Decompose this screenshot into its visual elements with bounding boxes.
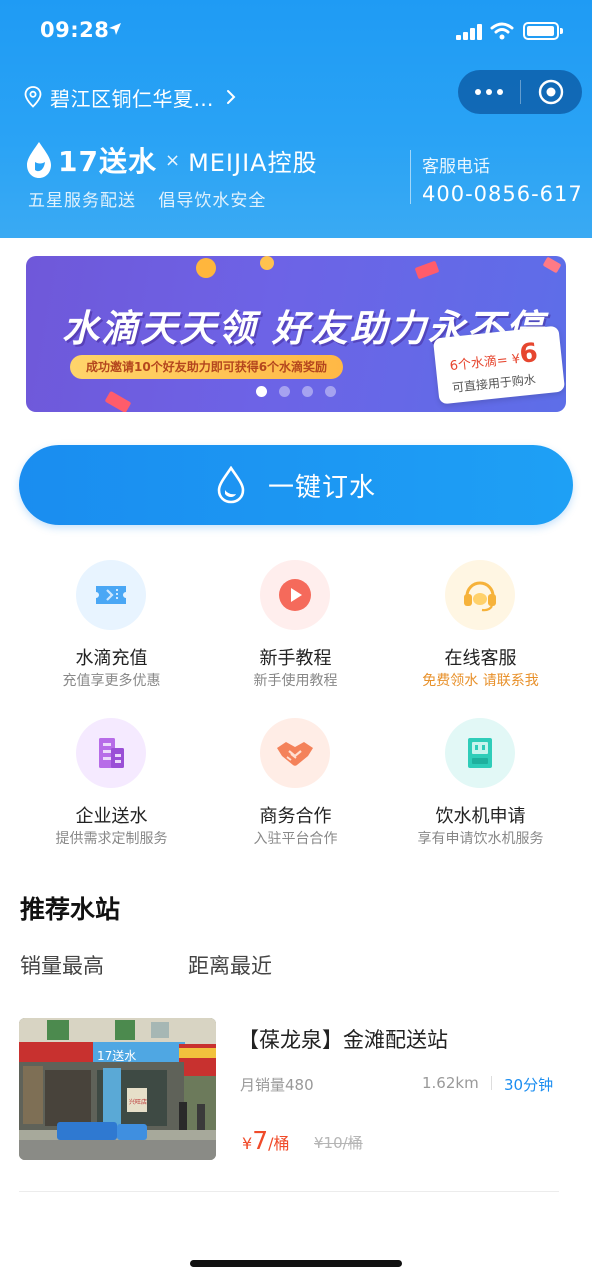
station-photo: 17送水 兴旺店 (19, 1018, 216, 1160)
partner-name: MEIJIA控股 (188, 148, 318, 177)
location-arrow-icon (109, 23, 121, 35)
slogan-2: 倡导饮水安全 (158, 191, 267, 211)
dispenser-icon (445, 718, 515, 788)
delivery-time: 30分钟 (504, 1076, 554, 1094)
target-icon (538, 79, 564, 105)
location-selector[interactable]: 碧江区铜仁华夏… (24, 82, 236, 112)
confetti-decoration (542, 256, 562, 274)
station-distance: 1.62km (422, 1074, 479, 1092)
feature-enterprise[interactable]: 企业送水 提供需求定制服务 (13, 716, 210, 866)
water-drop-icon (217, 466, 245, 504)
coin-decoration (260, 256, 274, 270)
building-icon (76, 718, 146, 788)
water-drop-logo-icon (27, 142, 51, 178)
brand-logo: 17送水 × MEIJIA控股 (24, 138, 318, 182)
list-divider (19, 1191, 559, 1192)
station-price: ¥7/桶 (242, 1126, 290, 1155)
location-text: 碧江区铜仁华夏… (50, 86, 214, 111)
feature-recharge[interactable]: 水滴充值 充值享更多优惠 (13, 558, 210, 708)
feature-tutorial[interactable]: 新手教程 新手使用教程 (197, 558, 394, 708)
feature-subtitle: 充值享更多优惠 (62, 673, 161, 689)
headset-icon (445, 560, 515, 630)
meta-separator (491, 1076, 492, 1090)
banner-subtitle: 成功邀请10个好友助力即可获得6个水滴奖励 (70, 355, 344, 379)
section-title: 推荐水站 (20, 895, 121, 924)
brand-name: 17送水 (58, 145, 157, 178)
chevron-right-icon (227, 90, 236, 104)
tab-top-sales[interactable]: 销量最高 (20, 950, 104, 980)
feature-title: 企业送水 (75, 806, 148, 827)
station-monthly-sales: 月销量480 (240, 1076, 314, 1094)
feature-cooperation[interactable]: 商务合作 入驻平台合作 (197, 716, 394, 866)
feature-online-service[interactable]: 在线客服 免费领水 请联系我 (382, 558, 579, 708)
home-indicator[interactable] (190, 1260, 402, 1267)
confetti-decoration (414, 260, 440, 280)
more-options-button[interactable] (458, 70, 520, 114)
carousel-dot[interactable] (325, 386, 336, 397)
banner-reward-card: 6个水滴= ¥6 可直接用于购水 (432, 325, 566, 405)
feature-dispenser[interactable]: 饮水机申请 享有申请饮水机服务 (382, 716, 579, 866)
handshake-icon (260, 718, 330, 788)
wifi-icon (490, 22, 514, 40)
one-click-order-button[interactable]: 一键订水 (19, 445, 573, 525)
close-mini-program-button[interactable] (521, 70, 581, 114)
slogan-1: 五星服务配送 (28, 191, 136, 211)
map-pin-icon (24, 86, 42, 108)
app-header: 09:28 碧江区铜仁华夏… 17送水 × MEIJIA控股 五星服务配送 倡导… (0, 0, 592, 238)
feature-title: 商务合作 (259, 806, 332, 827)
station-name: 【葆龙泉】金滩配送站 (238, 1028, 448, 1052)
carousel-dot[interactable] (302, 386, 313, 397)
status-bar: 09:28 (0, 0, 592, 62)
station-card[interactable]: 17送水 兴旺店 【葆龙泉】金滩配送站 月销量480 1.62km 30分钟 ¥… (0, 1018, 592, 1192)
status-time: 09:28 (40, 18, 110, 42)
cellular-signal-icon (456, 24, 484, 40)
order-button-label: 一键订水 (267, 472, 376, 503)
feature-title: 新手教程 (259, 648, 332, 669)
feature-subtitle: 入驻平台合作 (253, 831, 338, 847)
feature-subtitle: 享有申请饮水机服务 (417, 831, 544, 847)
coin-decoration (196, 258, 216, 278)
original-price: ¥10/桶 (314, 1134, 363, 1152)
battery-icon (523, 22, 563, 40)
carousel-indicators (256, 386, 348, 397)
feature-subtitle: 新手使用教程 (253, 673, 338, 689)
storefront-sign: 17送水 (97, 1048, 136, 1063)
feature-title: 饮水机申请 (435, 806, 526, 827)
play-icon (260, 560, 330, 630)
slogan: 五星服务配送 倡导饮水安全 (28, 186, 282, 211)
ticket-icon (76, 560, 146, 630)
feature-subtitle: 提供需求定制服务 (55, 831, 168, 847)
carousel-dot[interactable] (279, 386, 290, 397)
mini-program-capsule (458, 70, 582, 114)
brand-separator: × (164, 149, 181, 171)
promo-banner[interactable]: 水滴天天领 好友助力永不停 成功邀请10个好友助力即可获得6个水滴奖励 6个水滴… (26, 256, 566, 412)
hotline-number[interactable]: 400-0856-617 (422, 182, 583, 206)
shop-side-sign: 兴旺店 (129, 1098, 147, 1106)
confetti-decoration (104, 390, 132, 412)
feature-title: 在线客服 (444, 648, 517, 669)
feature-subtitle: 免费领水 请联系我 (422, 673, 539, 689)
tab-nearest[interactable]: 距离最近 (188, 950, 272, 980)
header-divider (410, 150, 411, 204)
carousel-dot[interactable] (256, 386, 267, 397)
feature-title: 水滴充值 (75, 648, 148, 669)
hotline-label: 客服电话 (422, 157, 490, 177)
